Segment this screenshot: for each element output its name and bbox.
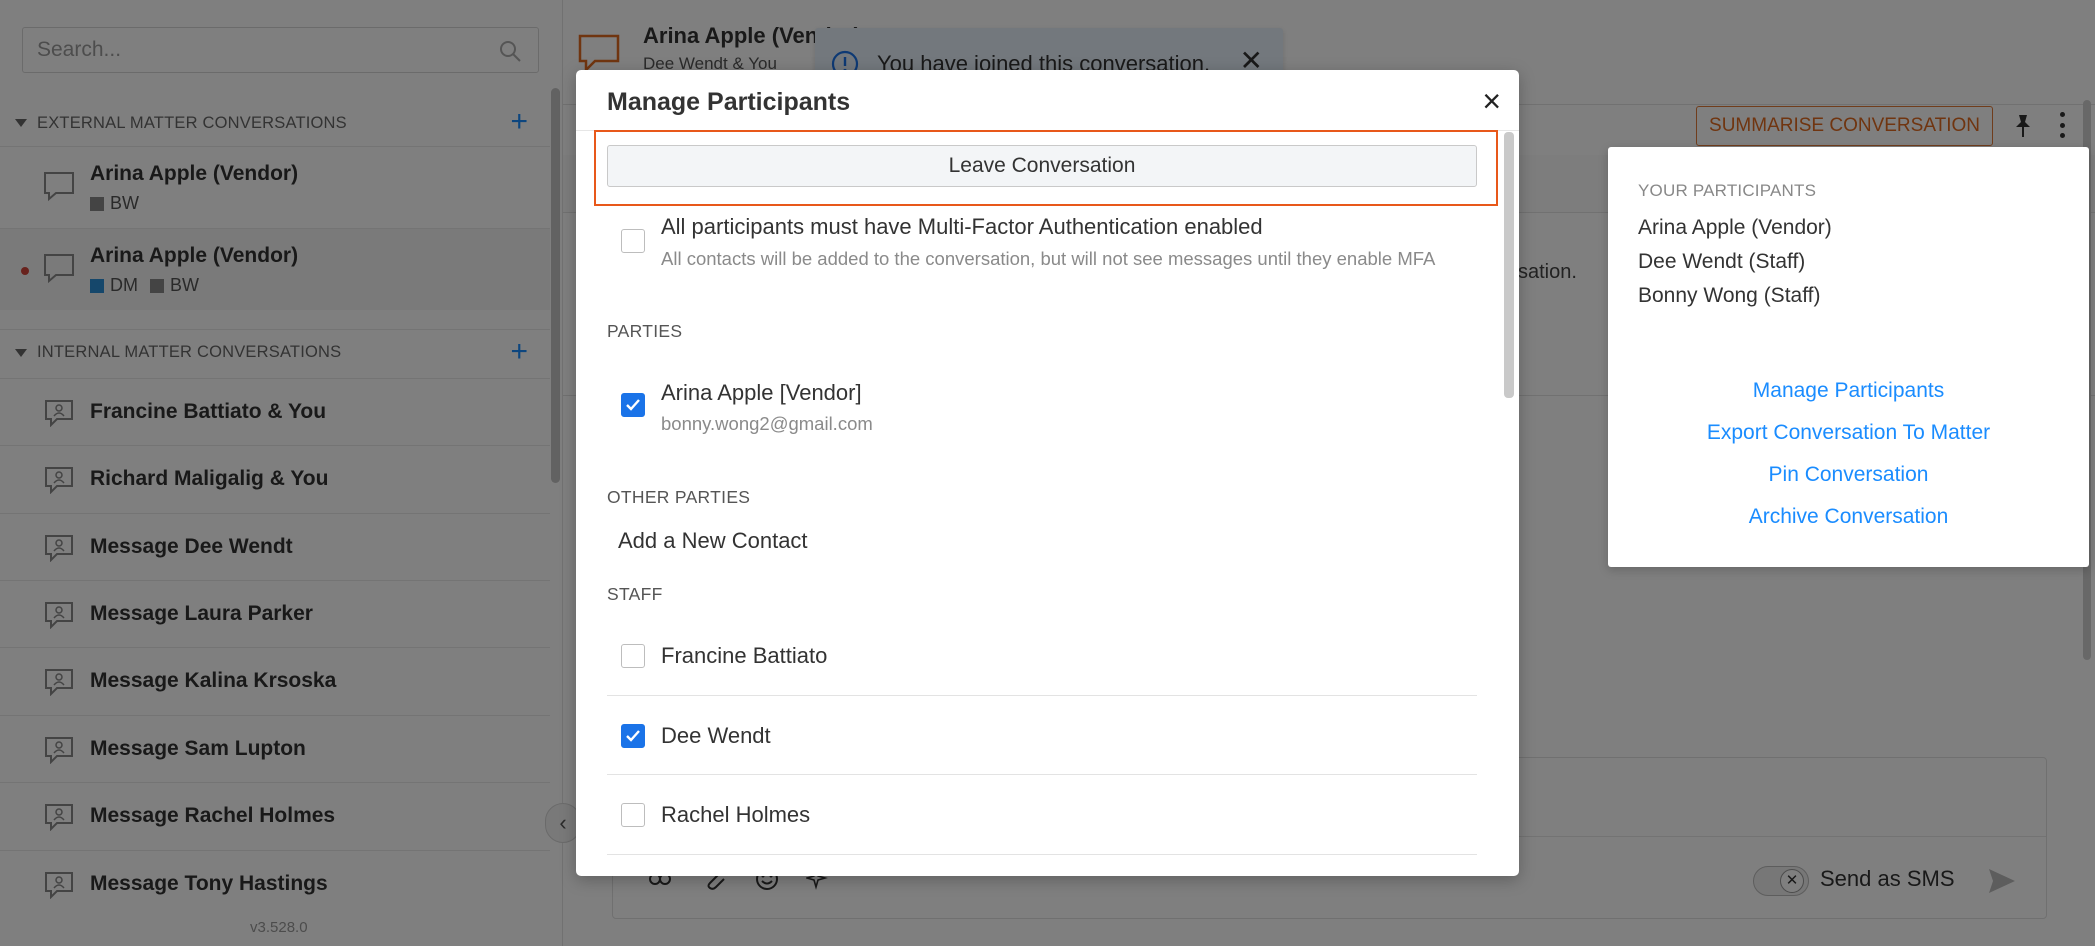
divider	[607, 695, 1477, 696]
mfa-label: All participants must have Multi-Factor …	[661, 214, 1263, 239]
participant-item: Arina Apple (Vendor)	[1638, 216, 1832, 239]
staff-checkbox[interactable]	[621, 644, 645, 668]
pin-conversation-link[interactable]: Pin Conversation	[1608, 463, 2089, 487]
mfa-checkbox[interactable]	[621, 229, 645, 253]
add-new-contact-link[interactable]: Add a New Contact	[618, 528, 808, 554]
staff-name: Rachel Holmes	[661, 802, 811, 827]
export-conversation-link[interactable]: Export Conversation To Matter	[1608, 421, 2089, 445]
other-parties-heading: OTHER PARTIES	[607, 487, 751, 507]
participant-item: Dee Wendt (Staff)	[1638, 250, 1806, 273]
modal-scrollbar[interactable]	[1504, 132, 1514, 398]
conversation-options-dropdown: YOUR PARTICIPANTS Arina Apple (Vendor) D…	[1608, 147, 2089, 567]
participant-item: Bonny Wong (Staff)	[1638, 284, 1821, 307]
staff-checkbox[interactable]	[621, 724, 645, 748]
party-checkbox[interactable]	[621, 393, 645, 417]
check-icon	[626, 730, 640, 742]
archive-conversation-link[interactable]: Archive Conversation	[1608, 505, 2089, 529]
staff-checkbox[interactable]	[621, 803, 645, 827]
manage-participants-modal: Manage Participants × Leave Conversation…	[576, 70, 1519, 876]
parties-heading: PARTIES	[607, 321, 683, 341]
modal-title: Manage Participants	[607, 88, 851, 116]
mfa-description: All contacts will be added to the conver…	[661, 248, 1436, 269]
divider	[607, 774, 1477, 775]
participants-heading: YOUR PARTICIPANTS	[1638, 181, 1817, 200]
staff-heading: STAFF	[607, 584, 663, 604]
close-icon[interactable]: ×	[1482, 84, 1501, 118]
party-name: Arina Apple [Vendor]	[661, 380, 862, 405]
divider	[607, 854, 1477, 855]
staff-name: Dee Wendt	[661, 723, 771, 748]
staff-name: Francine Battiato	[661, 643, 828, 668]
manage-participants-link[interactable]: Manage Participants	[1608, 379, 2089, 403]
party-email: bonny.wong2@gmail.com	[661, 413, 873, 434]
leave-conversation-button[interactable]: Leave Conversation	[607, 145, 1477, 187]
check-icon	[626, 399, 640, 411]
